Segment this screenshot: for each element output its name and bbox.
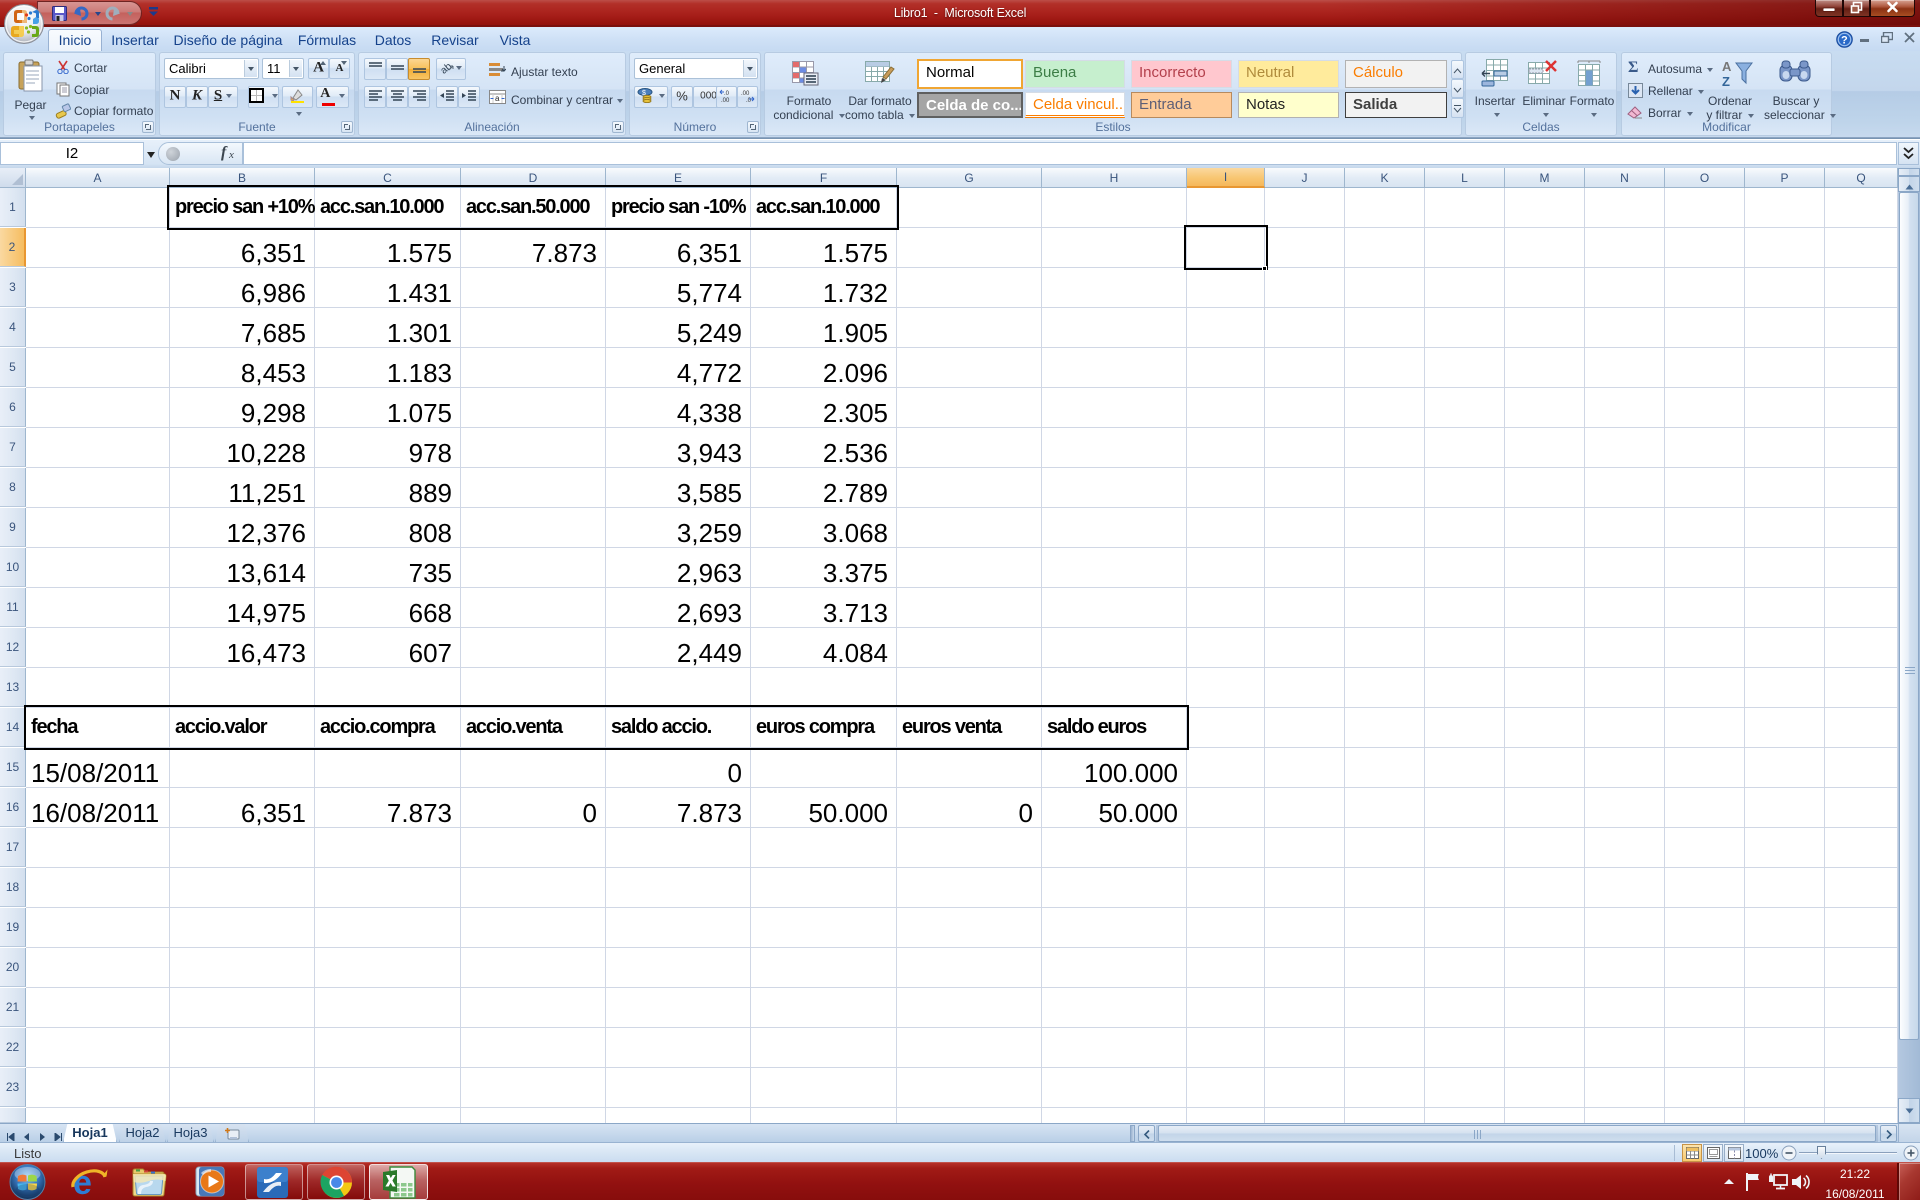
svg-text:.00: .00 <box>741 91 750 97</box>
svg-text:.0: .0 <box>724 91 730 97</box>
svg-text:e: e <box>73 1164 92 1200</box>
svg-text:ab: ab <box>440 61 454 75</box>
svg-text:a: a <box>495 94 500 103</box>
svg-text:A: A <box>1722 59 1732 74</box>
svg-text:Z: Z <box>1722 74 1730 89</box>
svg-text:?: ? <box>1841 35 1848 47</box>
svg-text:.00: .00 <box>721 98 730 103</box>
